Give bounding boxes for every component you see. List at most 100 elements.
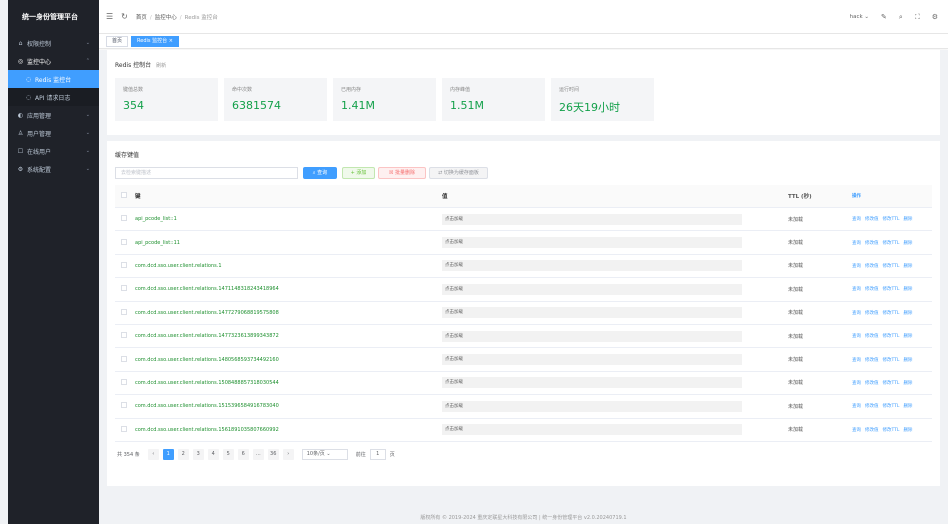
edit-value-link[interactable]: 修改值	[865, 264, 879, 269]
page-button[interactable]: …	[252, 448, 264, 460]
edit-value-link[interactable]: 修改值	[865, 381, 879, 386]
fullscreen-icon[interactable]: ⛶	[915, 13, 920, 22]
edit-value-link[interactable]: 修改值	[865, 287, 879, 292]
sidebar-item-apps[interactable]: ◐ 应用管理 ⌄	[8, 106, 99, 124]
page-button[interactable]: 6	[237, 448, 249, 460]
row-value[interactable]: 点击加载	[442, 260, 742, 272]
page-size-select[interactable]: 10条/页 ⌄	[301, 448, 348, 460]
sidebar-item-online-users[interactable]: ☐ 在线用户 ⌄	[8, 142, 99, 160]
query-button[interactable]: ⌕ 查询	[303, 167, 337, 179]
add-button[interactable]: + 添加	[342, 167, 375, 179]
view-link[interactable]: 查询	[852, 381, 861, 386]
edit-value-link[interactable]: 修改值	[865, 334, 879, 339]
view-link[interactable]: 查询	[852, 334, 861, 339]
row-value[interactable]: 点击加载	[442, 330, 742, 342]
page-button[interactable]: 4	[207, 448, 219, 460]
next-page-button[interactable]: ›	[282, 448, 294, 460]
settings-icon[interactable]: ⚙	[932, 13, 938, 21]
row-value[interactable]: 点击加载	[442, 354, 742, 366]
view-link[interactable]: 查询	[852, 358, 861, 363]
refresh-link[interactable]: 刷新	[156, 63, 166, 69]
goto-page-input[interactable]: 1	[369, 448, 386, 460]
view-link[interactable]: 查询	[852, 241, 861, 246]
delete-link[interactable]: 删除	[903, 334, 912, 339]
select-all-checkbox[interactable]	[121, 192, 127, 198]
sidebar-item-redis-monitor[interactable]: ◌ Redis 监控台	[8, 70, 99, 88]
edit-ttl-link[interactable]: 修改TTL	[883, 381, 900, 386]
row-value[interactable]: 点击加载	[442, 283, 742, 295]
row-value[interactable]: 点击加载	[442, 424, 742, 436]
edit-value-link[interactable]: 修改值	[865, 358, 879, 363]
prev-page-button[interactable]: ‹	[147, 448, 159, 460]
breadcrumb-monitor[interactable]: 监控中心	[155, 15, 177, 21]
row-value[interactable]: 点击加载	[442, 400, 742, 412]
delete-link[interactable]: 删除	[903, 311, 912, 316]
delete-link[interactable]: 删除	[903, 217, 912, 222]
row-value[interactable]: 点击加载	[442, 237, 742, 249]
row-key[interactable]: com.dcd.sso.user.client.relations.147732…	[135, 333, 279, 339]
tab-redis-monitor[interactable]: Redis 监控台 ×	[131, 35, 179, 47]
search-input[interactable]: 去检索键描述	[115, 167, 298, 179]
row-key[interactable]: com.dcd.sso.user.client.relations.151539…	[135, 403, 279, 409]
row-checkbox[interactable]	[121, 285, 127, 292]
switch-panel-button[interactable]: ⇄ 切换为缓存面板	[429, 167, 488, 179]
edit-ttl-link[interactable]: 修改TTL	[883, 311, 900, 316]
edit-value-link[interactable]: 修改值	[865, 241, 879, 246]
row-key[interactable]: com.dcd.sso.user.client.relations.156189…	[135, 427, 279, 433]
page-button[interactable]: 2	[177, 448, 189, 460]
breadcrumb-home[interactable]: 首页	[136, 15, 147, 21]
row-checkbox[interactable]	[121, 308, 127, 315]
page-button[interactable]: 1	[162, 448, 174, 460]
row-key[interactable]: com.dcd.sso.user.client.relations.148056…	[135, 357, 279, 363]
page-button[interactable]: 5	[222, 448, 234, 460]
row-key[interactable]: com.dcd.sso.user.client.relations.147727…	[135, 310, 279, 316]
view-link[interactable]: 查询	[852, 428, 861, 433]
row-checkbox[interactable]	[121, 402, 127, 409]
edit-value-link[interactable]: 修改值	[865, 404, 879, 409]
view-link[interactable]: 查询	[852, 217, 861, 222]
row-checkbox[interactable]	[121, 238, 127, 245]
page-button[interactable]: 36	[267, 448, 279, 460]
delete-link[interactable]: 删除	[903, 428, 912, 433]
row-checkbox[interactable]	[121, 378, 127, 385]
edit-value-link[interactable]: 修改值	[865, 311, 879, 316]
hamburger-icon[interactable]: ☰	[106, 12, 113, 21]
tab-home[interactable]: 首页	[106, 35, 129, 47]
row-key[interactable]: com.dcd.sso.user.client.relations.150848…	[135, 380, 279, 386]
row-checkbox[interactable]	[121, 355, 127, 362]
sidebar-item-api-log[interactable]: ◌ API 请求日志	[8, 88, 99, 106]
row-checkbox[interactable]	[121, 425, 127, 432]
edit-value-link[interactable]: 修改值	[865, 428, 879, 433]
delete-link[interactable]: 删除	[903, 264, 912, 269]
view-link[interactable]: 查询	[852, 287, 861, 292]
row-checkbox[interactable]	[121, 332, 127, 339]
delete-link[interactable]: 删除	[903, 287, 912, 292]
edit-ttl-link[interactable]: 修改TTL	[883, 404, 900, 409]
delete-link[interactable]: 删除	[903, 404, 912, 409]
refresh-icon[interactable]: ↻	[121, 12, 128, 21]
view-link[interactable]: 查询	[852, 264, 861, 269]
edit-ttl-link[interactable]: 修改TTL	[883, 241, 900, 246]
view-link[interactable]: 查询	[852, 311, 861, 316]
sidebar-item-system-config[interactable]: ⚙ 系统配置 ⌄	[8, 160, 99, 178]
row-checkbox[interactable]	[121, 215, 127, 222]
edit-ttl-link[interactable]: 修改TTL	[883, 264, 900, 269]
batch-delete-button[interactable]: ☒ 批量删除	[378, 167, 426, 179]
delete-link[interactable]: 删除	[903, 358, 912, 363]
row-value[interactable]: 点击加载	[442, 307, 742, 319]
delete-link[interactable]: 删除	[903, 241, 912, 246]
search-icon[interactable]: ⌕	[899, 13, 903, 22]
edit-icon[interactable]: ✎	[881, 13, 887, 21]
row-key[interactable]: api_pcode_list::1	[135, 216, 177, 222]
view-link[interactable]: 查询	[852, 404, 861, 409]
sidebar-item-monitor[interactable]: ◎ 监控中心 ⌃	[8, 52, 99, 70]
edit-ttl-link[interactable]: 修改TTL	[883, 428, 900, 433]
sidebar-item-users[interactable]: ♙ 用户管理 ⌄	[8, 124, 99, 142]
user-menu[interactable]: hack ⌄	[850, 14, 869, 20]
sidebar-item-permission[interactable]: ⌂ 权限控制 ⌄	[8, 34, 99, 52]
row-value[interactable]: 点击加载	[442, 213, 742, 225]
row-key[interactable]: api_pcode_list::11	[135, 240, 180, 246]
row-key[interactable]: com.dcd.sso.user.client.relations.147114…	[135, 286, 279, 292]
edit-ttl-link[interactable]: 修改TTL	[883, 287, 900, 292]
edit-ttl-link[interactable]: 修改TTL	[883, 358, 900, 363]
